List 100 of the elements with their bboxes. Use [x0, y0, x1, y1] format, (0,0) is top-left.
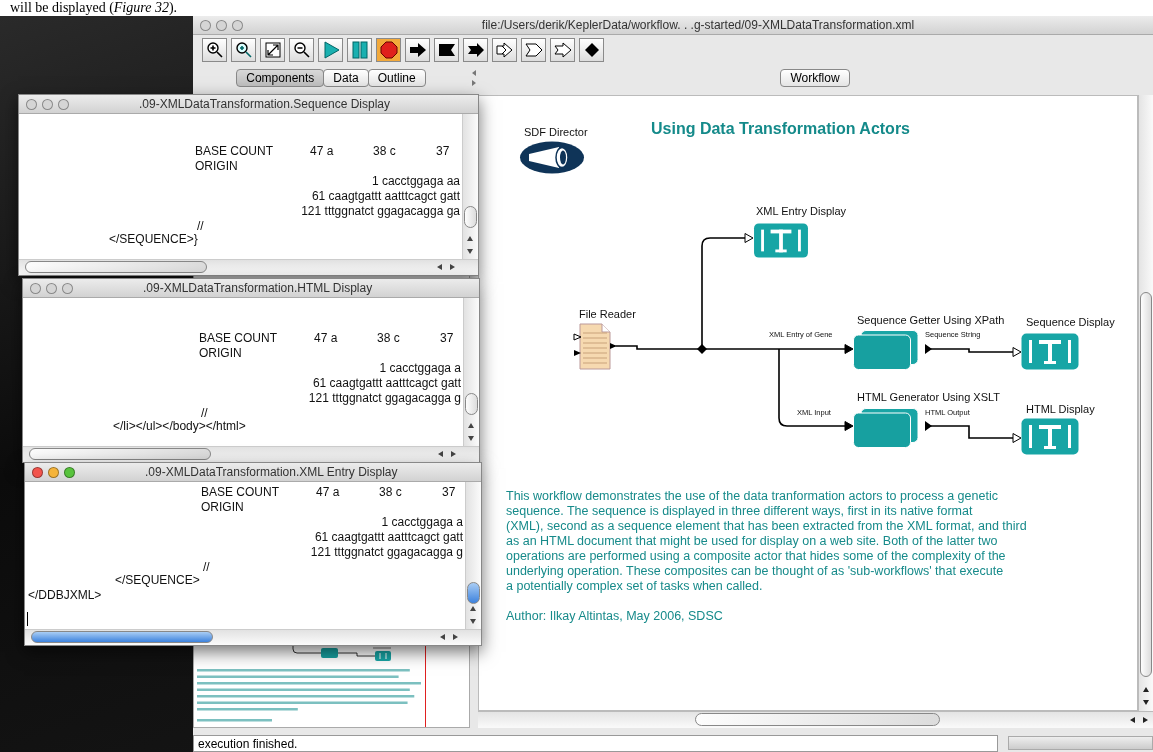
sequence-line: 121 tttggnatct ggagacagga ga: [301, 204, 460, 219]
status-text: execution finished.: [193, 735, 998, 752]
actor-label: HTML Generator Using XSLT: [857, 391, 1001, 403]
window-control-button[interactable]: [48, 466, 59, 478]
toolbar-button[interactable]: [579, 38, 604, 62]
text-line: 37: [436, 144, 450, 159]
workflow-description: This workflow demonstrates the use of the data tranformation actors to process a genetic sequence. The sequence is displayed in three different ways, first in its native format (XML), second as a sequence element that has been extracted from the XML format, and third as an HTML document that might be used for display on a web site. Both of the latter two operations are performed using a composite actor that hides some of the complexity of the underlying operation. These composites can be thought of as 'sub-workflows' that execute a potentially complex set of tasks when called.: [506, 489, 1027, 594]
scroll-arrows-icon[interactable]: [1141, 685, 1151, 707]
window-control-button[interactable]: [42, 98, 53, 110]
text-line: 37: [442, 485, 456, 500]
text-line: //: [203, 560, 210, 573]
toolbar-button[interactable]: [376, 38, 401, 62]
toolbar-button[interactable]: [434, 38, 459, 62]
window-title: .09-XMLDataTransformation.Sequence Display: [138, 97, 391, 111]
vertical-scrollbar[interactable]: [465, 482, 481, 629]
text-line: 38 c: [377, 331, 401, 346]
text-line: BASE COUNT: [195, 144, 274, 159]
outline-arrow-icon: [495, 41, 514, 59]
zoom-out-icon: [292, 41, 311, 59]
split-arrows-icon[interactable]: [471, 69, 477, 87]
text-line: BASE COUNT: [201, 485, 280, 500]
sequence-line: 61 caagtgattt aatttcagct gatt: [312, 376, 461, 391]
text-line: 38 c: [373, 144, 397, 159]
vertical-scrollbar[interactable]: [463, 298, 479, 446]
zoom-reset-icon: [234, 41, 253, 59]
play-icon: [321, 41, 340, 59]
text-line: ORIGIN: [199, 346, 242, 361]
toolbar-button[interactable]: [289, 38, 314, 62]
scroll-thumb[interactable]: [695, 713, 940, 726]
actor-label: File Reader: [579, 308, 636, 320]
scroll-thumb[interactable]: [25, 261, 207, 273]
actor-label: HTML Display: [1026, 403, 1095, 415]
sequence-line: 121 tttggnatct ggagacagga g: [310, 545, 463, 560]
window-control-button[interactable]: [64, 466, 75, 478]
director-icon: [519, 141, 585, 174]
window-title: .09-XMLDataTransformation.XML Entry Display: [144, 465, 399, 479]
stop-icon: [379, 41, 398, 59]
window-control-button[interactable]: [58, 98, 69, 110]
text-line: </SEQUENCE>}: [109, 232, 198, 247]
sequence-line: 61 caagtgattt aatttcagct gatt: [314, 530, 463, 545]
text-cursor: [27, 612, 28, 626]
text-line: 47 a: [314, 331, 339, 346]
toolbar-button[interactable]: [202, 38, 227, 62]
scroll-thumb[interactable]: [1140, 292, 1152, 677]
scroll-thumb[interactable]: [31, 631, 213, 643]
sequence-line: 1 cacctggaga a: [379, 361, 461, 376]
toolbar-button[interactable]: [550, 38, 575, 62]
window-title: file:/Users/derik/KeplerData/workflow. . .g-started/09-XMLDataTransformation.xml: [480, 18, 916, 32]
window-control-button[interactable]: [216, 19, 227, 31]
scroll-thumb[interactable]: [465, 393, 478, 415]
tab[interactable]: Data: [323, 69, 369, 87]
text-line: 47 a: [310, 144, 335, 159]
window-control-button[interactable]: [46, 282, 57, 294]
sequence-line: 1 cacctggaga aa: [371, 174, 460, 189]
outline-notched-arrow-icon: [553, 41, 572, 59]
text-line: </DDBJXML>: [28, 588, 102, 603]
scroll-thumb[interactable]: [29, 448, 211, 460]
window-control-button[interactable]: [62, 282, 73, 294]
composite-actor-icon: [853, 408, 919, 448]
window-control-button[interactable]: [26, 98, 37, 110]
scroll-arrows-icon[interactable]: [466, 421, 476, 443]
scroll-thumb[interactable]: [467, 582, 480, 604]
toolbar-button[interactable]: [405, 38, 430, 62]
sequence-line: 121 tttggnatct ggagacagga g: [308, 391, 461, 406]
horizontal-scrollbar[interactable]: [478, 711, 1153, 728]
text-line: //: [201, 406, 208, 419]
horizontal-scrollbar[interactable]: [23, 446, 479, 462]
composite-actor-icon: [853, 330, 919, 370]
tab[interactable]: Workflow: [780, 69, 850, 87]
text-display-icon: [753, 223, 809, 258]
scroll-arrows-icon[interactable]: [468, 604, 478, 626]
horizontal-scrollbar[interactable]: [19, 259, 478, 275]
text-line: ORIGIN: [201, 500, 244, 515]
horizontal-scrollbar[interactable]: [25, 629, 481, 645]
vertical-scrollbar[interactable]: [1138, 95, 1153, 711]
scroll-thumb[interactable]: [464, 206, 477, 228]
scroll-arrows-icon[interactable]: [465, 234, 475, 256]
text-line: 37: [440, 331, 454, 346]
toolbar-button[interactable]: [260, 38, 285, 62]
window-control-button[interactable]: [232, 19, 243, 31]
toolbar-button[interactable]: [463, 38, 488, 62]
zoom-fit-icon: [263, 41, 282, 59]
text-line: ORIGIN: [195, 159, 238, 174]
pause-icon: [350, 41, 369, 59]
toolbar-button[interactable]: [492, 38, 517, 62]
banner-icon: [437, 41, 456, 59]
tab[interactable]: Components: [236, 69, 325, 87]
toolbar-button[interactable]: [231, 38, 256, 62]
text-display-icon: [1021, 418, 1079, 455]
outline-banner-icon: [524, 41, 543, 59]
window-control-button[interactable]: [200, 19, 211, 31]
window-control-button[interactable]: [30, 282, 41, 294]
tab[interactable]: Outline: [367, 69, 426, 87]
arrow-right-icon: [408, 41, 427, 59]
workflow-title: Using Data Transformation Actors: [651, 120, 910, 138]
window-control-button[interactable]: [32, 466, 43, 478]
notched-arrow-icon: [466, 41, 485, 59]
vertical-scrollbar[interactable]: [462, 114, 478, 259]
document-icon: [573, 323, 615, 370]
toolbar-button[interactable]: [521, 38, 546, 62]
